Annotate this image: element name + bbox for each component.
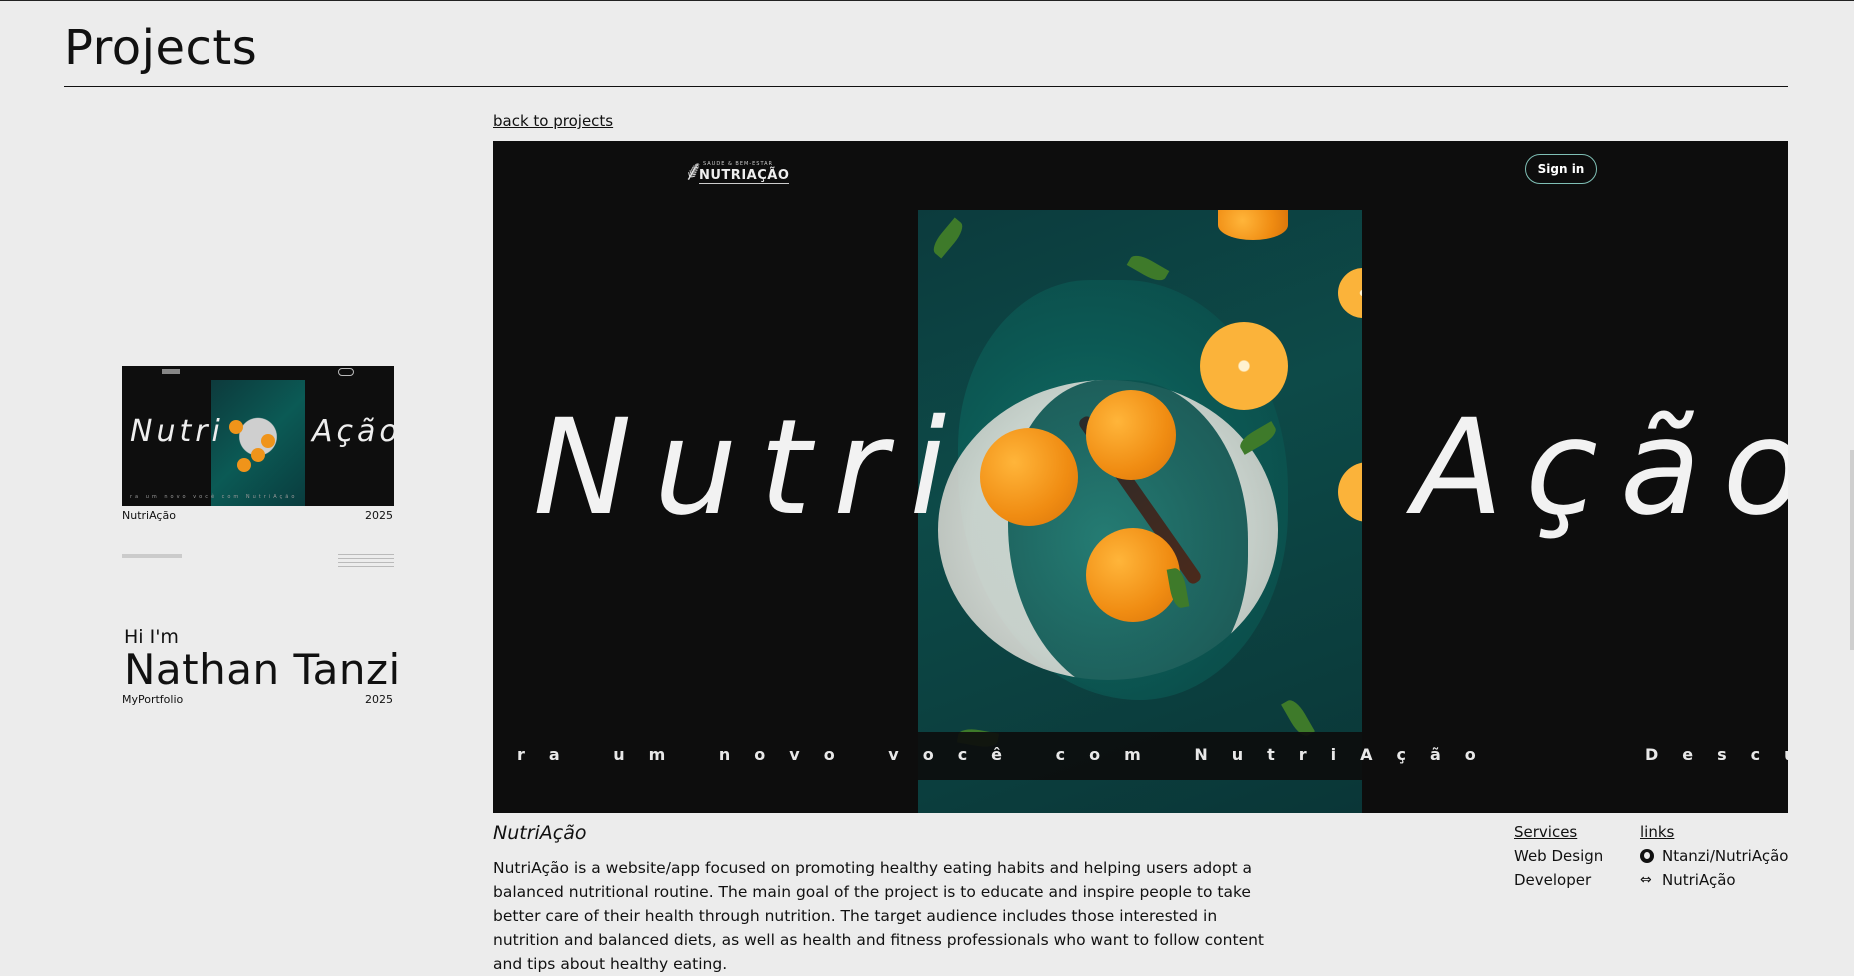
nutriacao-logo: ⸙ SAUDE & BEM-ESTAR NUTRIAÇÃO: [683, 151, 790, 189]
services-heading: Services: [1514, 823, 1578, 841]
thumb-word-right: Ação: [312, 414, 394, 449]
sign-in-button: Sign in: [1525, 154, 1597, 184]
project-title: NutriAção: [493, 822, 587, 844]
service-item: Developer: [1514, 871, 1592, 889]
thumb-signin: [338, 368, 354, 376]
project-year: 2025: [365, 509, 393, 522]
project-thumbnail-nutriacao[interactable]: Nutri Ação ra um novo você com NutriAção: [122, 366, 394, 506]
thumb-logo: [162, 369, 180, 374]
github-icon: [1640, 849, 1654, 863]
github-link-label: Ntanzi/NutriAção: [1662, 847, 1789, 865]
site-link[interactable]: ⇔ NutriAção: [1640, 871, 1736, 889]
thumb2-text-right: [338, 554, 394, 568]
scrollbar[interactable]: [1850, 450, 1854, 650]
hero-photo-oranges: [918, 210, 1362, 813]
project-name[interactable]: MyPortfolio: [122, 693, 183, 706]
logo-tagline: SAUDE & BEM-ESTAR: [703, 161, 774, 167]
link-icon: ⇔: [1640, 872, 1652, 888]
github-link[interactable]: Ntanzi/NutriAção: [1640, 847, 1788, 865]
thumb-photo: [211, 380, 305, 506]
marquee-text: ra um novo você com NutriAção: [517, 745, 1500, 764]
links-heading: links: [1640, 823, 1675, 841]
back-to-projects-link[interactable]: back to projects: [493, 112, 613, 130]
hero-word-right: Ação: [1413, 391, 1788, 545]
project-hero-screenshot: ⸙ SAUDE & BEM-ESTAR NUTRIAÇÃO Sign in Nu…: [493, 141, 1788, 813]
logo-wordmark: NUTRIAÇÃO: [699, 168, 790, 184]
site-link-label: NutriAção: [1662, 871, 1736, 889]
thumb2-owner-name: Nathan Tanzi: [124, 645, 401, 694]
project-year: 2025: [365, 693, 393, 706]
thumb2-text-left: [122, 554, 182, 558]
thumb-marquee: ra um novo você com NutriAção: [130, 494, 298, 500]
project-description: NutriAção is a website/app focused on pr…: [493, 859, 1265, 973]
hero-marquee: ra um novo você com NutriAção Descu: [493, 732, 1788, 780]
thumb-word-left: Nutri: [130, 414, 224, 449]
service-item: Web Design: [1514, 847, 1604, 865]
title-divider: [64, 86, 1788, 87]
page-title: Projects: [64, 20, 258, 76]
top-border: [0, 0, 1854, 1]
marquee-text-tail: Descu: [1645, 745, 1788, 764]
project-name[interactable]: NutriAção: [122, 509, 176, 522]
hero-word-left: Nutri: [533, 391, 969, 545]
